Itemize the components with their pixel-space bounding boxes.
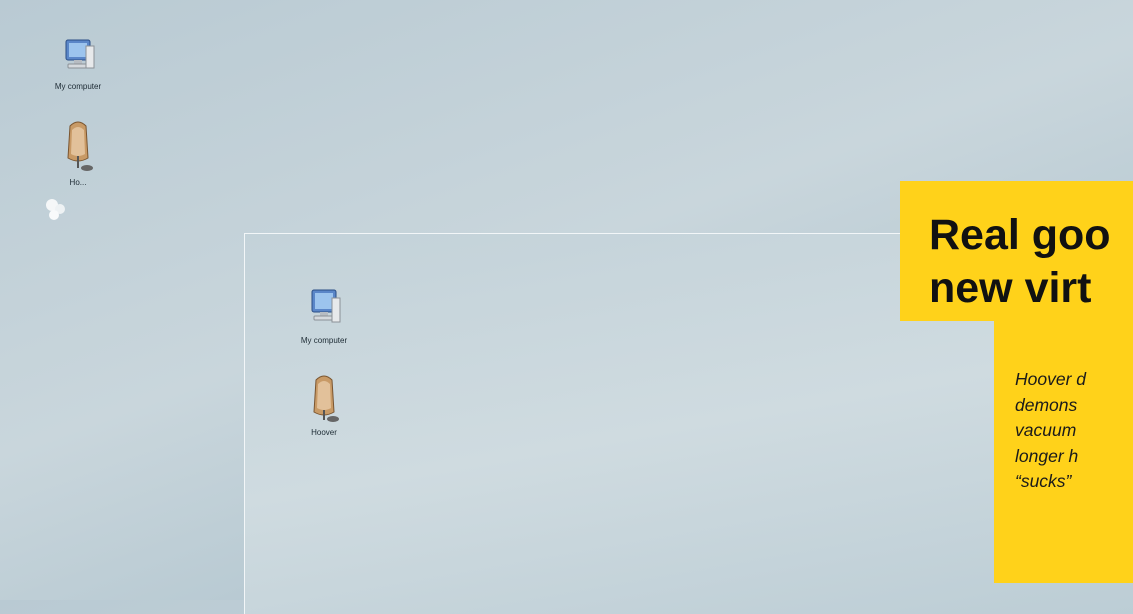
headline-callout: Real goo new virt <box>900 181 1133 321</box>
headline-text: Real goo new virt <box>929 209 1111 315</box>
caption-line: demons <box>1015 394 1078 415</box>
caption-callout: Hoover d demons vacuum longer h “sucks” <box>994 321 1133 583</box>
vacuum-bag-icon <box>313 375 339 422</box>
icon-label: Hoover <box>311 428 337 437</box>
hoover-shortcut-icon[interactable]: Ho... <box>38 118 118 187</box>
caption-line: “sucks” <box>1015 471 1072 491</box>
icon-label: My computer <box>300 336 348 345</box>
my-computer-icon[interactable]: My computer <box>38 32 118 91</box>
icon-label: Ho... <box>69 178 87 187</box>
caption-line: vacuum <box>1015 420 1077 440</box>
caption-line: Hoover d <box>1015 369 1087 389</box>
headline-line: new virt <box>929 264 1092 312</box>
computer-icon <box>311 289 341 323</box>
icon-label: My computer <box>54 82 102 91</box>
my-computer-icon[interactable]: My computer <box>284 282 364 345</box>
computer-icon <box>65 39 95 69</box>
stray-cursor-icon <box>46 199 65 220</box>
hoover-shortcut-icon[interactable]: Hoover <box>284 374 364 437</box>
caption-line: longer h <box>1015 445 1079 466</box>
vacuum-bag-icon <box>67 121 95 181</box>
headline-line: Real goo <box>929 211 1111 259</box>
caption-text: Hoover d demons vacuum longer h “sucks” <box>1015 367 1086 495</box>
